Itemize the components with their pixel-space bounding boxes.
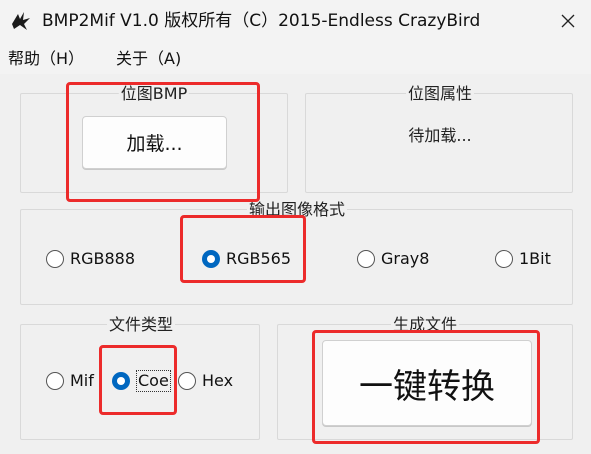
load-button-label: 加载... [126,133,183,155]
menu-bar: 帮助（H） 关于（A) [0,44,591,74]
radio-mif[interactable]: Mif [46,369,94,393]
radio-gray8[interactable]: Gray8 [357,247,429,271]
radio-circle-checked [202,250,220,268]
attributes-status: 待加载... [408,126,472,145]
radio-1bit[interactable]: 1Bit [495,247,551,271]
radio-rgb888-label: RGB888 [70,249,136,268]
menu-help[interactable]: 帮助（H） [8,49,84,69]
generate-group-title: 生成文件 [390,315,460,335]
radio-rgb565[interactable]: RGB565 [202,247,291,271]
title-bar[interactable]: BMP2Mif V1.0 版权所有（C）2015-Endless CrazyBi… [0,0,591,44]
app-window: BMP2Mif V1.0 版权所有（C）2015-Endless CrazyBi… [0,0,591,454]
attributes-group-title: 位图属性 [405,84,475,104]
window-title: BMP2Mif V1.0 版权所有（C）2015-Endless CrazyBi… [42,11,481,31]
radio-circle [178,372,196,390]
radio-hex-label: Hex [202,371,234,390]
convert-button[interactable]: 一键转换 [322,340,532,426]
radio-circle [46,372,64,390]
radio-rgb888[interactable]: RGB888 [46,247,135,271]
radio-gray8-label: Gray8 [381,249,430,268]
radio-circle [495,250,513,268]
load-button[interactable]: 加载... [82,116,227,169]
radio-circle [357,250,375,268]
status-line-partial [30,446,160,454]
radio-1bit-label: 1Bit [519,249,551,268]
radio-circle-checked [112,372,130,390]
close-button[interactable] [545,0,591,44]
convert-button-label: 一键转换 [359,366,495,407]
bitmap-group-title: 位图BMP [118,84,190,104]
radio-coe-label: Coe [136,370,171,392]
close-icon [561,13,575,32]
output-format-title: 输出图像格式 [246,200,348,220]
file-type-title: 文件类型 [106,315,176,335]
radio-rgb565-label: RGB565 [226,249,292,268]
radio-hex[interactable]: Hex [178,369,233,393]
radio-mif-label: Mif [70,371,94,390]
bird-logo-icon [10,10,32,32]
menu-about[interactable]: 关于（A) [116,49,181,69]
radio-coe[interactable]: Coe [112,369,171,393]
radio-circle [46,250,64,268]
